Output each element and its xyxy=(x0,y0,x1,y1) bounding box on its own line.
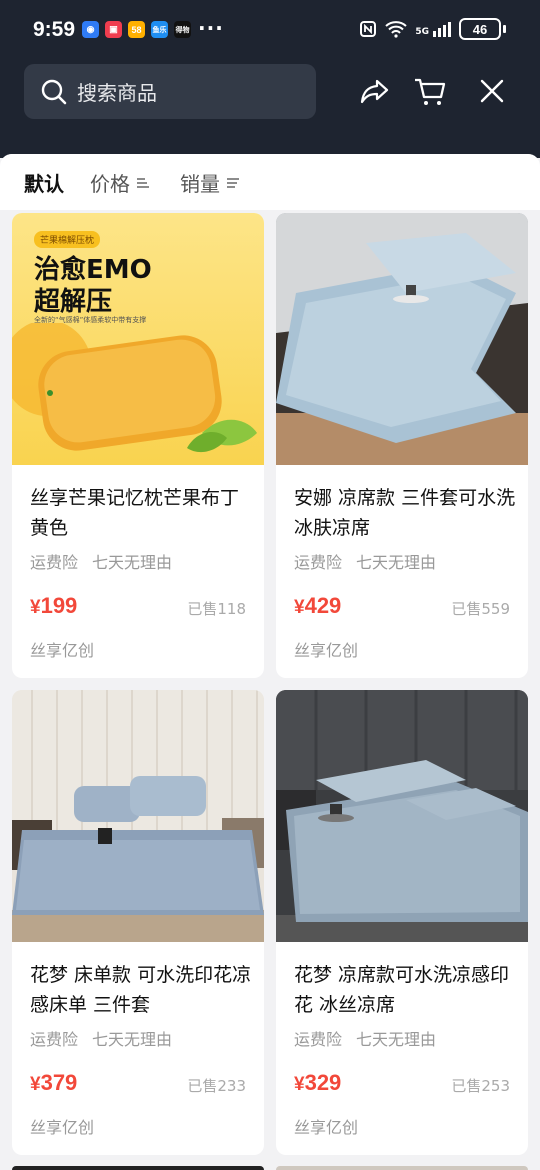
next-product-card-edge xyxy=(276,1166,528,1170)
next-product-card-edge xyxy=(12,1166,264,1170)
product-title[interactable]: 安娜 凉席款 三件套可水洗冰肤凉席 xyxy=(294,483,516,543)
signal-icon: 5G xyxy=(415,21,451,37)
wifi-icon xyxy=(385,21,408,38)
app-news-icon: 鱼乐 xyxy=(151,21,168,38)
price-value: 379 xyxy=(40,1070,78,1095)
product-card[interactable]: 安娜 凉席款 三件套可水洗冰肤凉席 运费险 七天无理由 ¥429 已售559 丝… xyxy=(276,213,528,678)
product-price: ¥379 xyxy=(30,1070,77,1096)
product-sold-count: 已售118 xyxy=(187,600,246,618)
bedsheet-illustration xyxy=(12,690,264,942)
product-sold-count: 已售233 xyxy=(187,1077,246,1095)
app-58-icon: 58 xyxy=(128,21,145,38)
price-symbol: ¥ xyxy=(294,1074,305,1095)
top-bar: 9:59 ◉ ▣ 58 鱼乐 得物 ··· 5G 46 搜索商品 xyxy=(0,0,540,158)
price-value: 429 xyxy=(304,593,342,618)
status-time: 9:59 xyxy=(33,18,76,41)
tag-seven-day-return: 七天无理由 xyxy=(92,553,173,572)
mango-pillow-illustration xyxy=(12,323,257,453)
product-title[interactable]: 花梦 床单款 可水洗印花凉感床单 三件套 xyxy=(30,960,252,1020)
search-input[interactable]: 搜索商品 xyxy=(24,64,316,119)
sort-sales-label: 销量 xyxy=(180,172,220,196)
sort-default-tab[interactable]: 默认 xyxy=(24,168,64,197)
tag-freight-insurance: 运费险 xyxy=(30,553,79,572)
tag-freight-insurance: 运费险 xyxy=(30,1030,79,1049)
app-dewu-icon: 得物 xyxy=(174,21,191,38)
product-card[interactable]: 花梦 凉席款可水洗凉感印花 冰丝凉席 运费险 七天无理由 ¥329 已售253 … xyxy=(276,690,528,1155)
product-tags: 运费险 七天无理由 xyxy=(294,549,436,573)
product-title[interactable]: 花梦 凉席款可水洗凉感印花 冰丝凉席 xyxy=(294,960,516,1020)
product-shop[interactable]: 丝享亿创 xyxy=(294,637,358,661)
sort-price-tab[interactable]: 价格 xyxy=(90,168,150,197)
product-price: ¥199 xyxy=(30,593,77,619)
product-card[interactable]: 芒果棉解压枕 治愈EMO 超解压 全新的“气感棉”体感柔软中带有支撑 丝享芒果记… xyxy=(12,213,264,678)
product-shop[interactable]: 丝享亿创 xyxy=(294,1114,358,1138)
sort-lines-icon xyxy=(227,177,239,188)
tag-seven-day-return: 七天无理由 xyxy=(356,1030,437,1049)
product-shop[interactable]: 丝享亿创 xyxy=(30,637,94,661)
tag-freight-insurance: 运费险 xyxy=(294,1030,343,1049)
tag-freight-insurance: 运费险 xyxy=(294,553,343,572)
search-placeholder: 搜索商品 xyxy=(77,81,157,105)
app-2-icon: ▣ xyxy=(105,21,122,38)
product-sold-count: 已售559 xyxy=(451,600,510,618)
status-bar: 9:59 ◉ ▣ 58 鱼乐 得物 ··· 5G 46 xyxy=(0,0,540,60)
share-icon[interactable] xyxy=(357,73,393,109)
sort-price-label: 价格 xyxy=(90,172,130,196)
product-card[interactable]: 花梦 床单款 可水洗印花凉感床单 三件套 运费险 七天无理由 ¥379 已售23… xyxy=(12,690,264,1155)
app-1-icon: ◉ xyxy=(82,21,99,38)
notification-app-icons: ◉ ▣ 58 鱼乐 得物 xyxy=(82,21,191,38)
cart-icon[interactable] xyxy=(412,73,448,109)
product-price: ¥429 xyxy=(294,593,341,619)
product-image[interactable]: 芒果棉解压枕 治愈EMO 超解压 全新的“气感棉”体感柔软中带有支撑 xyxy=(12,213,264,465)
price-value: 329 xyxy=(304,1070,342,1095)
image-headline-2: 超解压 xyxy=(34,287,113,317)
cooling-mat-illustration xyxy=(276,213,528,465)
product-tags: 运费险 七天无理由 xyxy=(30,1026,172,1050)
sort-default-label: 默认 xyxy=(24,172,64,196)
nfc-icon xyxy=(360,21,377,37)
product-tags: 运费险 七天无理由 xyxy=(294,1026,436,1050)
price-value: 199 xyxy=(40,593,78,618)
product-shop[interactable]: 丝享亿创 xyxy=(30,1114,94,1138)
product-title[interactable]: 丝享芒果记忆枕芒果布丁黄色 xyxy=(30,483,252,543)
sort-lines-icon xyxy=(137,177,149,188)
cooling-mat-dark-illustration xyxy=(276,690,528,942)
price-symbol: ¥ xyxy=(294,597,305,618)
product-image[interactable] xyxy=(12,690,264,942)
price-symbol: ¥ xyxy=(30,597,41,618)
image-badge: 芒果棉解压枕 xyxy=(34,231,101,248)
search-icon xyxy=(41,79,67,104)
network-label: 5G xyxy=(415,26,429,37)
product-image[interactable] xyxy=(276,213,528,465)
price-symbol: ¥ xyxy=(30,1074,41,1095)
product-image[interactable] xyxy=(276,690,528,942)
overflow-dots: ··· xyxy=(198,16,224,40)
close-icon[interactable] xyxy=(474,73,510,109)
system-icons: 5G 46 xyxy=(359,18,506,40)
product-tags: 运费险 七天无理由 xyxy=(30,549,172,573)
tag-seven-day-return: 七天无理由 xyxy=(356,553,437,572)
product-sold-count: 已售253 xyxy=(451,1077,510,1095)
sort-bar: 默认 价格 销量 xyxy=(0,154,540,210)
battery-icon: 46 xyxy=(459,18,501,40)
sort-sales-tab[interactable]: 销量 xyxy=(180,168,240,197)
tag-seven-day-return: 七天无理由 xyxy=(92,1030,173,1049)
product-price: ¥329 xyxy=(294,1070,341,1096)
battery-tip xyxy=(503,25,506,33)
